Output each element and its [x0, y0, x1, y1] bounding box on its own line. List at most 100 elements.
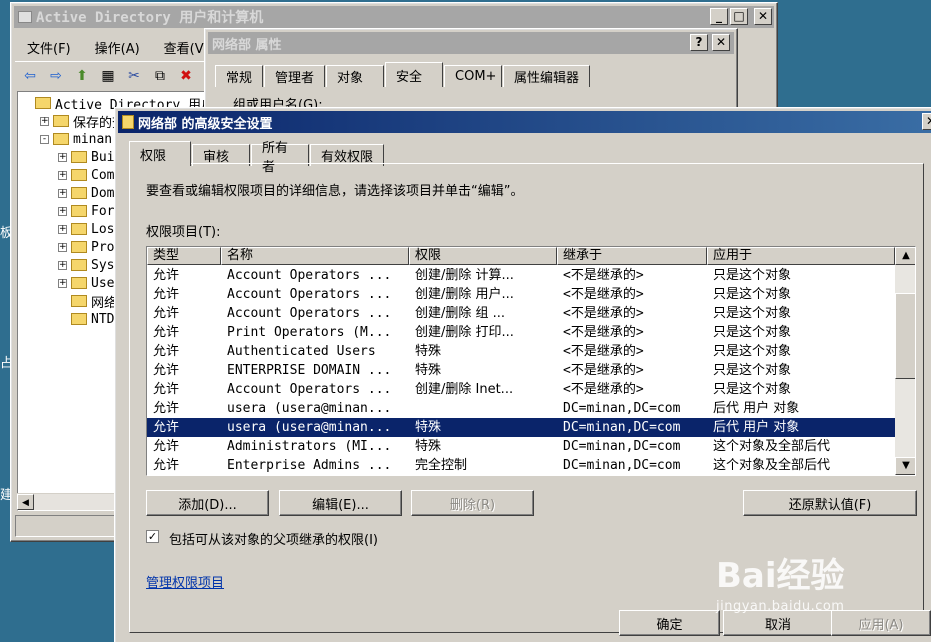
- cell-inherited-from: <不是继承的>: [563, 344, 644, 359]
- restore-defaults-button[interactable]: 还原默认值(F): [743, 490, 917, 516]
- minimize-button[interactable]: _: [710, 8, 728, 25]
- props-titlebar[interactable]: 网络部 属性 ? ✕: [208, 32, 734, 54]
- props-title: 网络部 属性: [212, 37, 282, 53]
- cell-apply-to: 这个对象及全部后代: [713, 458, 831, 473]
- edit-button[interactable]: 编辑(E)...: [279, 490, 402, 516]
- expand-icon[interactable]: +: [58, 170, 67, 180]
- menu-action[interactable]: 操作(A): [83, 35, 152, 59]
- up-folder-icon[interactable]: ⬆: [71, 65, 93, 87]
- expand-icon[interactable]: +: [58, 242, 67, 252]
- cell-type: 允许: [153, 344, 180, 359]
- cell-name: Authenticated Users: [227, 344, 376, 359]
- tab-general[interactable]: 常规: [215, 65, 264, 87]
- menu-bar: 文件(F) 操作(A) 查看(V: [15, 35, 216, 59]
- folder-icon: [71, 169, 87, 181]
- properties-window: 网络部 属性 ? ✕ 常规 管理者 对象 安全 COM+ 属性编辑器 组或用户名…: [204, 28, 738, 118]
- table-row[interactable]: 允许 Authenticated Users 特殊 <不是继承的> 只是这个对象: [147, 342, 895, 361]
- cell-permission: 创建/删除 组 ...: [415, 306, 506, 321]
- table-row[interactable]: 允许 usera (usera@minan... DC=minan,DC=com 后代…: [147, 399, 895, 418]
- table-row[interactable]: 允许 Administrators (MI... 特殊 DC=minan,DC=com…: [147, 437, 895, 456]
- table-row[interactable]: 允许 Print Operators (M... 创建/删除 打印... <不是继承的…: [147, 323, 895, 342]
- remove-button[interactable]: 删除(R): [411, 490, 534, 516]
- mmc-title: Active Directory 用户和计算机: [36, 10, 264, 26]
- maximize-button[interactable]: □: [730, 8, 748, 25]
- tab-security[interactable]: 安全: [385, 62, 444, 87]
- expand-icon[interactable]: +: [58, 152, 67, 162]
- tab-managed-by[interactable]: 管理者: [264, 65, 326, 87]
- expand-icon[interactable]: +: [58, 260, 67, 270]
- manage-permission-entries-link[interactable]: 管理权限项目: [146, 572, 224, 591]
- folder-icon: [71, 223, 87, 235]
- watermark-brand: Bai经验: [716, 556, 845, 596]
- props-close-button[interactable]: ✕: [712, 34, 730, 51]
- cell-name: usera (usera@minan...: [227, 420, 392, 435]
- delete-icon[interactable]: ✖: [175, 65, 197, 87]
- table-row[interactable]: 允许 Account Operators ... 创建/删除 组 ... <不是继承的…: [147, 304, 895, 323]
- apply-button[interactable]: 应用(A): [831, 610, 931, 636]
- cell-inherited-from: DC=minan,DC=com: [563, 439, 681, 454]
- copy-icon[interactable]: ⧉: [149, 65, 171, 87]
- folder-icon: [71, 295, 87, 307]
- adv-close-button[interactable]: ✕: [922, 113, 931, 130]
- cell-permission: 创建/删除 打印...: [415, 325, 514, 340]
- tree-item[interactable]: + 保存的查: [40, 112, 125, 131]
- column-type[interactable]: 类型: [147, 247, 221, 265]
- cell-apply-to: 只是这个对象: [713, 325, 792, 340]
- mmc-app-icon: [18, 11, 32, 23]
- expand-icon[interactable]: +: [58, 278, 67, 288]
- tab-com-plus[interactable]: COM+: [444, 65, 503, 87]
- toolbar: ⇦ ⇨ ⬆ ▦ ✂ ⧉ ✖: [15, 61, 215, 89]
- table-row[interactable]: 允许 Account Operators ... 创建/删除 用户... <不是继承的…: [147, 285, 895, 304]
- help-button[interactable]: ?: [690, 34, 708, 51]
- folder-icon: [71, 277, 87, 289]
- permission-entries-list[interactable]: 类型 名称 权限 继承于 应用于 允许 Account Operators ...…: [146, 246, 916, 476]
- add-button[interactable]: 添加(D)...: [146, 490, 269, 516]
- list-vscrollbar[interactable]: ▲ ▼: [895, 247, 915, 475]
- table-row[interactable]: 允许 Enterprise Admins ... 完全控制 DC=minan,DC=c…: [147, 456, 895, 475]
- baidu-jingyan-watermark: Bai经验 jingyan.baidu.com: [716, 548, 845, 614]
- column-name[interactable]: 名称: [221, 247, 409, 265]
- expand-icon[interactable]: +: [58, 206, 67, 216]
- back-icon[interactable]: ⇦: [19, 65, 41, 87]
- scroll-left-button[interactable]: ◀: [17, 494, 34, 510]
- cell-apply-to: 只是这个对象: [713, 363, 792, 378]
- tab-object[interactable]: 对象: [326, 65, 385, 87]
- cell-type: 允许: [153, 306, 180, 321]
- tab-permissions[interactable]: 权限: [129, 141, 191, 166]
- scroll-down-button[interactable]: ▼: [895, 457, 915, 475]
- forward-icon[interactable]: ⇨: [45, 65, 67, 87]
- column-permission[interactable]: 权限: [409, 247, 557, 265]
- scroll-up-button[interactable]: ▲: [895, 247, 915, 265]
- cell-inherited-from: <不是继承的>: [563, 287, 644, 302]
- cell-inherited-from: <不是继承的>: [563, 268, 644, 283]
- scroll-thumb[interactable]: [895, 293, 915, 379]
- cell-apply-to: 后代 用户 对象: [713, 401, 800, 416]
- cell-type: 允许: [153, 439, 180, 454]
- collapse-icon[interactable]: -: [40, 134, 49, 144]
- close-button[interactable]: ✕: [754, 8, 772, 25]
- cell-permission: 特殊: [415, 344, 442, 359]
- cell-type: 允许: [153, 420, 180, 435]
- show-tree-icon[interactable]: ▦: [97, 65, 119, 87]
- tree-item[interactable]: NTDS: [58, 310, 122, 328]
- cell-type: 允许: [153, 458, 180, 473]
- expand-icon[interactable]: +: [58, 224, 67, 234]
- ok-button[interactable]: 确定: [619, 610, 720, 636]
- tab-attribute-editor[interactable]: 属性编辑器: [503, 65, 591, 87]
- adv-titlebar[interactable]: 网络部 的高级安全设置 ✕: [118, 111, 931, 133]
- column-apply-to[interactable]: 应用于: [707, 247, 895, 265]
- table-row[interactable]: 允许 ENTERPRISE DOMAIN ... 特殊 <不是继承的> 只是这个对象: [147, 361, 895, 380]
- table-row[interactable]: 允许 Account Operators ... 创建/删除 计算... <不是继承的…: [147, 266, 895, 285]
- inherit-permissions-checkbox[interactable]: ✓: [146, 530, 159, 543]
- table-row[interactable]: 允许 Account Operators ... 创建/删除 Inet... <不是继…: [147, 380, 895, 399]
- column-inherited-from[interactable]: 继承于: [557, 247, 707, 265]
- expand-icon[interactable]: +: [40, 116, 49, 126]
- menu-file[interactable]: 文件(F): [15, 35, 83, 59]
- cut-icon[interactable]: ✂: [123, 65, 145, 87]
- table-row[interactable]: 允许 usera (usera@minan... 特殊 DC=minan,DC=com…: [147, 418, 895, 437]
- mmc-titlebar[interactable]: Active Directory 用户和计算机 _ □ ✕: [14, 6, 774, 28]
- cell-apply-to: 后代 用户 对象: [713, 420, 800, 435]
- inherit-permissions-label: 包括可从该对象的父项继承的权限(I): [169, 533, 378, 548]
- expand-icon[interactable]: +: [58, 188, 67, 198]
- cell-apply-to: 只是这个对象: [713, 344, 792, 359]
